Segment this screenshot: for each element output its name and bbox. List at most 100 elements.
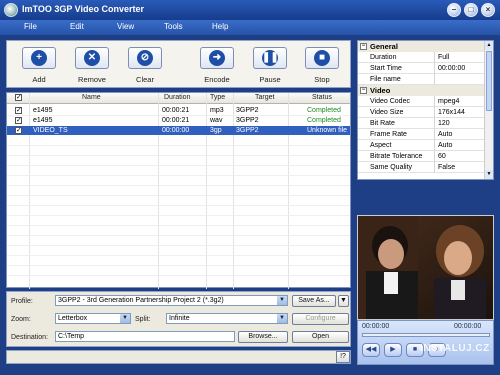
play-button[interactable]: ▶ xyxy=(384,343,402,357)
cell-duration: 00:00:00 xyxy=(162,127,190,134)
cell-duration: 00:00:21 xyxy=(162,107,190,114)
configure-button[interactable]: Configure xyxy=(292,313,349,325)
table-row[interactable]: ✓ e1495 00:00:21 mp3 3GPP2 Completed xyxy=(7,106,350,115)
cell-target: 3GPP2 xyxy=(236,107,259,114)
column-duration[interactable]: Duration xyxy=(164,94,190,101)
title-bar: ImTOO 3GP Video Converter – □ × xyxy=(0,0,500,20)
prop-video-codec[interactable]: Video Codec mpeg4 xyxy=(358,96,485,107)
collapse-icon[interactable]: − xyxy=(360,43,367,50)
group-general-label: General xyxy=(370,42,398,51)
remove-button[interactable]: ✕ Remove xyxy=(75,47,109,84)
prop-name: Bitrate Tolerance xyxy=(370,153,423,160)
cell-type: wav xyxy=(210,117,223,124)
prop-same-quality[interactable]: Same Quality False xyxy=(358,162,485,173)
prop-name: File name xyxy=(370,76,401,83)
collapse-icon[interactable]: − xyxy=(360,87,367,94)
pause-button[interactable]: ❚❚ Pause xyxy=(253,47,287,84)
menu-file[interactable]: File xyxy=(24,22,37,31)
maximize-button[interactable]: □ xyxy=(464,3,478,17)
video-preview xyxy=(357,215,494,320)
prop-file-name[interactable]: File name xyxy=(358,74,485,85)
prop-value: Auto xyxy=(434,129,452,140)
column-status[interactable]: Status xyxy=(312,94,332,101)
scroll-down-icon[interactable]: ▼ xyxy=(485,170,493,179)
prop-frame-rate[interactable]: Frame Rate Auto xyxy=(358,129,485,140)
stop-icon: ■ xyxy=(314,50,330,66)
scroll-up-icon[interactable]: ▲ xyxy=(485,41,493,50)
prop-video-size[interactable]: Video Size 176x144 xyxy=(358,107,485,118)
clear-icon: ⊘ xyxy=(137,50,153,66)
browse-button[interactable]: Browse... xyxy=(238,331,288,343)
minimize-button[interactable]: – xyxy=(447,3,461,17)
cell-target: 3GPP2 xyxy=(236,117,259,124)
prop-bitrate-tolerance[interactable]: Bitrate Tolerance 60 xyxy=(358,151,485,162)
save-as-dropdown-button[interactable]: ▼ xyxy=(338,295,349,307)
plus-icon: + xyxy=(31,50,47,66)
column-type[interactable]: Type xyxy=(210,94,225,101)
row-checkbox[interactable]: ✓ xyxy=(15,107,22,114)
prop-bit-rate[interactable]: Bit Rate 120 xyxy=(358,118,485,129)
stop-button[interactable]: ■ Stop xyxy=(305,47,339,84)
properties-scrollbar[interactable]: ▲ ▼ xyxy=(484,41,493,179)
stop-label: Stop xyxy=(314,75,330,84)
select-all-checkbox[interactable]: ✓ xyxy=(15,94,22,101)
menu-tools[interactable]: Tools xyxy=(164,22,183,31)
zoom-label: Zoom: xyxy=(11,316,31,323)
prop-duration[interactable]: Duration Full xyxy=(358,52,485,63)
column-name[interactable]: Name xyxy=(82,94,101,101)
clear-button[interactable]: ⊘ Clear xyxy=(128,47,162,84)
destination-field[interactable]: C:\Temp xyxy=(55,331,235,342)
rewind-button[interactable]: ◀◀ xyxy=(362,343,380,357)
seek-slider[interactable] xyxy=(362,333,490,337)
menu-help[interactable]: Help xyxy=(212,22,228,31)
toolbar: + Add ✕ Remove ⊘ Clear ➜ Encode ❚❚ Pause… xyxy=(6,40,351,88)
help-button[interactable]: !? xyxy=(336,351,350,363)
zoom-value: Letterbox xyxy=(58,315,88,322)
prop-aspect[interactable]: Aspect Auto xyxy=(358,140,485,151)
x-icon: ✕ xyxy=(84,50,100,66)
menu-view[interactable]: View xyxy=(117,22,134,31)
cell-name: e1495 xyxy=(33,107,53,114)
cell-status: Completed xyxy=(307,117,341,124)
destination-value: C:\Temp xyxy=(58,333,85,340)
scroll-thumb[interactable] xyxy=(486,51,492,111)
remove-label: Remove xyxy=(78,75,106,84)
split-value: Infinite xyxy=(169,315,190,322)
save-as-button[interactable]: Save As... xyxy=(292,295,336,307)
row-checkbox[interactable]: ✓ xyxy=(15,127,22,134)
profile-select[interactable]: 3GPP2 - 3rd Generation Partnership Proje… xyxy=(55,295,288,306)
split-label: Split: xyxy=(135,316,151,323)
status-bar xyxy=(6,350,351,364)
prop-value: 00:00:00 xyxy=(434,63,465,74)
menu-edit[interactable]: Edit xyxy=(70,22,84,31)
row-checkbox[interactable]: ✓ xyxy=(15,117,22,124)
prop-value: mpeg4 xyxy=(434,96,459,107)
prop-value xyxy=(434,74,438,85)
group-video[interactable]: − Video xyxy=(358,85,485,96)
preview-frame-image xyxy=(358,216,493,319)
group-general[interactable]: − General xyxy=(358,41,485,52)
prop-name: Bit Rate xyxy=(370,120,395,127)
zoom-select[interactable]: Letterbox ▼ xyxy=(55,313,131,324)
encode-arrow-icon: ➜ xyxy=(209,50,225,66)
destination-label: Destination: xyxy=(11,334,48,341)
column-target[interactable]: Target xyxy=(255,94,274,101)
table-row[interactable]: ✓ VIDEO_TS 00:00:00 3gp 3GPP2 Unknown fi… xyxy=(7,126,350,135)
menu-bar: File Edit View Tools Help xyxy=(0,20,500,35)
settings-panel: Profile: 3GPP2 - 3rd Generation Partners… xyxy=(6,291,351,347)
prop-value: 120 xyxy=(434,118,450,129)
table-row[interactable]: ✓ e1495 00:00:21 wav 3GPP2 Completed xyxy=(7,116,350,125)
close-button[interactable]: × xyxy=(481,3,495,17)
prop-value: 60 xyxy=(434,151,446,162)
group-video-label: Video xyxy=(370,86,391,95)
app-icon xyxy=(4,3,18,17)
prop-name: Aspect xyxy=(370,142,392,149)
list-header: ✓ Name Duration Type Target Status xyxy=(7,93,350,104)
cell-status: Unknown file xyxy=(307,127,348,134)
open-button[interactable]: Open xyxy=(292,331,349,343)
encode-button[interactable]: ➜ Encode xyxy=(200,47,234,84)
split-select[interactable]: Infinite ▼ xyxy=(166,313,288,324)
add-button[interactable]: + Add xyxy=(22,47,56,84)
encode-label: Encode xyxy=(204,75,230,84)
prop-start-time[interactable]: Start Time 00:00:00 xyxy=(358,63,485,74)
